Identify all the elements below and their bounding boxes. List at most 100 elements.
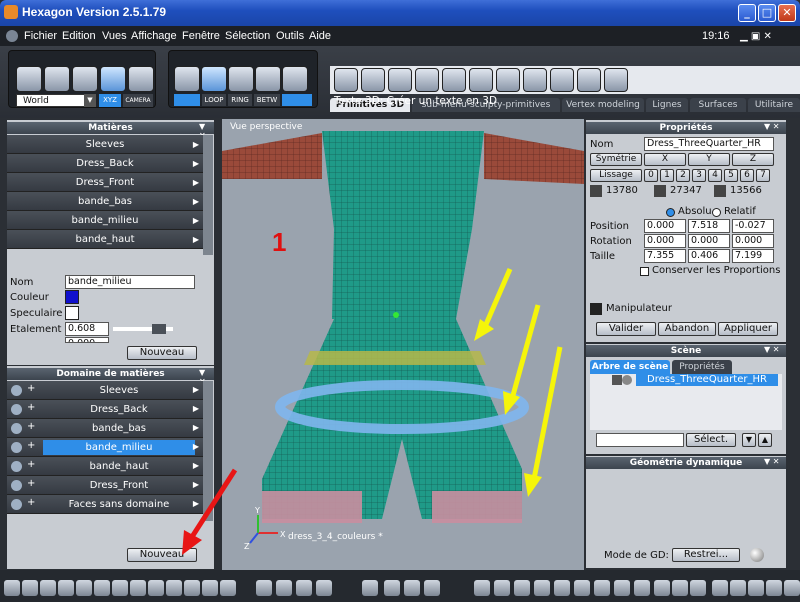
panel-close-icon[interactable]: ▼ ✕ <box>764 345 779 354</box>
sym-y-button[interactable]: Y <box>688 153 730 166</box>
menu-selection[interactable]: Sélection <box>225 30 270 42</box>
statusbar-tool-icon[interactable] <box>22 580 38 596</box>
magnet-tool-icon[interactable] <box>128 66 154 92</box>
statusbar-tool-icon[interactable] <box>494 580 510 596</box>
statusbar-tool-icon[interactable] <box>534 580 550 596</box>
statusbar-tool-icon[interactable] <box>40 580 56 596</box>
specular-swatch[interactable] <box>65 306 79 320</box>
extra-field[interactable]: 0.000 <box>65 337 109 343</box>
panel-close-icon[interactable]: ▼ ✕ <box>764 457 779 466</box>
add-icon[interactable]: + <box>27 478 35 489</box>
statusbar-tool-icon[interactable] <box>58 580 74 596</box>
chevron-down-icon[interactable]: ▼ <box>84 94 96 107</box>
minimize-button[interactable]: _ <box>738 4 756 22</box>
material-item[interactable]: bande_bas ▶ <box>7 192 203 211</box>
rotate-tool-icon[interactable] <box>44 66 70 92</box>
cube-primitive-icon[interactable] <box>334 68 358 92</box>
smoothing-level-button[interactable]: 2 <box>676 169 690 182</box>
cylinder-primitive-icon[interactable] <box>442 68 466 92</box>
panel-close-icon[interactable]: ▼ ✕ <box>764 122 779 131</box>
keep-proportions-checkbox[interactable] <box>640 267 649 276</box>
material-name-field[interactable]: bande_milieu <box>65 275 195 289</box>
material-item[interactable]: Dress_Front ▶ <box>7 173 203 192</box>
size-z[interactable]: 7.199 <box>732 249 774 263</box>
statusbar-tool-icon[interactable] <box>384 580 400 596</box>
symmetry-button[interactable]: Symétrie <box>590 153 642 166</box>
betw-button[interactable]: BETW <box>254 94 280 106</box>
add-icon[interactable]: + <box>27 383 35 394</box>
menu-fichier[interactable]: Fichier <box>24 30 57 42</box>
visibility-icon[interactable] <box>11 404 22 415</box>
cancel-button[interactable]: Abandon <box>658 322 716 336</box>
menu-vues[interactable]: Vues <box>102 30 127 42</box>
scene-object[interactable]: Dress_ThreeQuarter_HR <box>636 374 778 386</box>
statusbar-tool-icon[interactable] <box>220 580 236 596</box>
rotation-x[interactable]: 0.000 <box>644 234 686 248</box>
sym-z-button[interactable]: Z <box>732 153 774 166</box>
gd-mode-select[interactable]: Restrei... <box>672 548 740 562</box>
scale-tool-icon[interactable] <box>72 66 98 92</box>
tab-scene-tree[interactable]: Arbre de scène <box>590 360 670 374</box>
viewport[interactable]: Vue perspective 1 X Y Z dress_3_4_couleu… <box>222 119 584 570</box>
visibility-icon[interactable] <box>11 385 22 396</box>
smoothing-level-button[interactable]: 1 <box>660 169 674 182</box>
statusbar-tool-icon[interactable] <box>184 580 200 596</box>
select-tool-icon[interactable] <box>16 66 42 92</box>
statusbar-tool-icon[interactable] <box>166 580 182 596</box>
statusbar-tool-icon[interactable] <box>748 580 764 596</box>
statusbar-tool-icon[interactable] <box>94 580 110 596</box>
add-icon[interactable]: + <box>27 402 35 413</box>
size-x[interactable]: 7.355 <box>644 249 686 263</box>
validate-button[interactable]: Valider <box>596 322 656 336</box>
visibility-icon[interactable] <box>11 499 22 510</box>
material-item[interactable]: Sleeves ▶ <box>7 135 203 154</box>
edge-select-icon[interactable] <box>228 66 254 92</box>
statusbar-tool-icon[interactable] <box>362 580 378 596</box>
smoothing-level-button[interactable]: 3 <box>692 169 706 182</box>
apply-button[interactable]: Appliquer <box>718 322 778 336</box>
menu-fenetre[interactable]: Fenêtre <box>182 30 220 42</box>
statusbar-tool-icon[interactable] <box>672 580 688 596</box>
object-select-icon[interactable] <box>174 66 200 92</box>
position-x[interactable]: 0.000 <box>644 219 686 233</box>
statusbar-tool-icon[interactable] <box>574 580 590 596</box>
statusbar-tool-icon[interactable] <box>554 580 570 596</box>
statusbar-tool-icon[interactable] <box>404 580 420 596</box>
object-name-field[interactable]: Dress_ThreeQuarter_HR <box>644 137 774 151</box>
tab-utilitaire[interactable]: Utilitaire <box>748 98 800 112</box>
material-item[interactable]: bande_haut ▶ <box>7 230 203 249</box>
domain-item[interactable]: + Sleeves ▶ <box>7 381 203 400</box>
plane-primitive-icon[interactable] <box>388 68 412 92</box>
sym-x-button[interactable]: X <box>644 153 686 166</box>
statusbar-tool-icon[interactable] <box>690 580 706 596</box>
chevron-up-icon[interactable]: ▲ <box>758 433 772 447</box>
add-icon[interactable]: + <box>27 440 35 451</box>
pyramid-primitive-icon[interactable] <box>496 68 520 92</box>
smoothing-level-button[interactable]: 7 <box>756 169 770 182</box>
grow-select-icon[interactable] <box>282 94 312 106</box>
face-select-icon[interactable] <box>201 66 227 92</box>
smoothing-level-button[interactable]: 4 <box>708 169 722 182</box>
statusbar-tool-icon[interactable] <box>316 580 332 596</box>
position-y[interactable]: 7.518 <box>688 219 730 233</box>
menu-edition[interactable]: Edition <box>62 30 96 42</box>
tab-surfaces[interactable]: Surfaces <box>690 98 746 112</box>
smoothing-level-button[interactable]: 5 <box>724 169 738 182</box>
sphere-primitive-icon[interactable] <box>361 68 385 92</box>
new-material-button[interactable]: Nouveau <box>127 346 197 360</box>
statusbar-tool-icon[interactable] <box>712 580 728 596</box>
universal-tool-icon[interactable] <box>100 66 126 92</box>
statusbar-tool-icon[interactable] <box>514 580 530 596</box>
restore-icon[interactable]: ▁ ▣ ✕ <box>740 31 772 42</box>
add-icon[interactable]: + <box>27 497 35 508</box>
xyz-toggle[interactable]: XYZ <box>99 94 121 107</box>
statusbar-tool-icon[interactable] <box>424 580 440 596</box>
rotation-y[interactable]: 0.000 <box>688 234 730 248</box>
material-item[interactable]: bande_milieu ▶ <box>7 211 203 230</box>
grid-primitive-icon[interactable] <box>415 68 439 92</box>
smoothing-level-button[interactable]: 0 <box>644 169 658 182</box>
camera-toggle[interactable]: CAMERA <box>123 94 153 107</box>
text-primitive-icon[interactable] <box>604 68 628 92</box>
statusbar-tool-icon[interactable] <box>130 580 146 596</box>
spread-slider-handle[interactable] <box>152 324 166 334</box>
